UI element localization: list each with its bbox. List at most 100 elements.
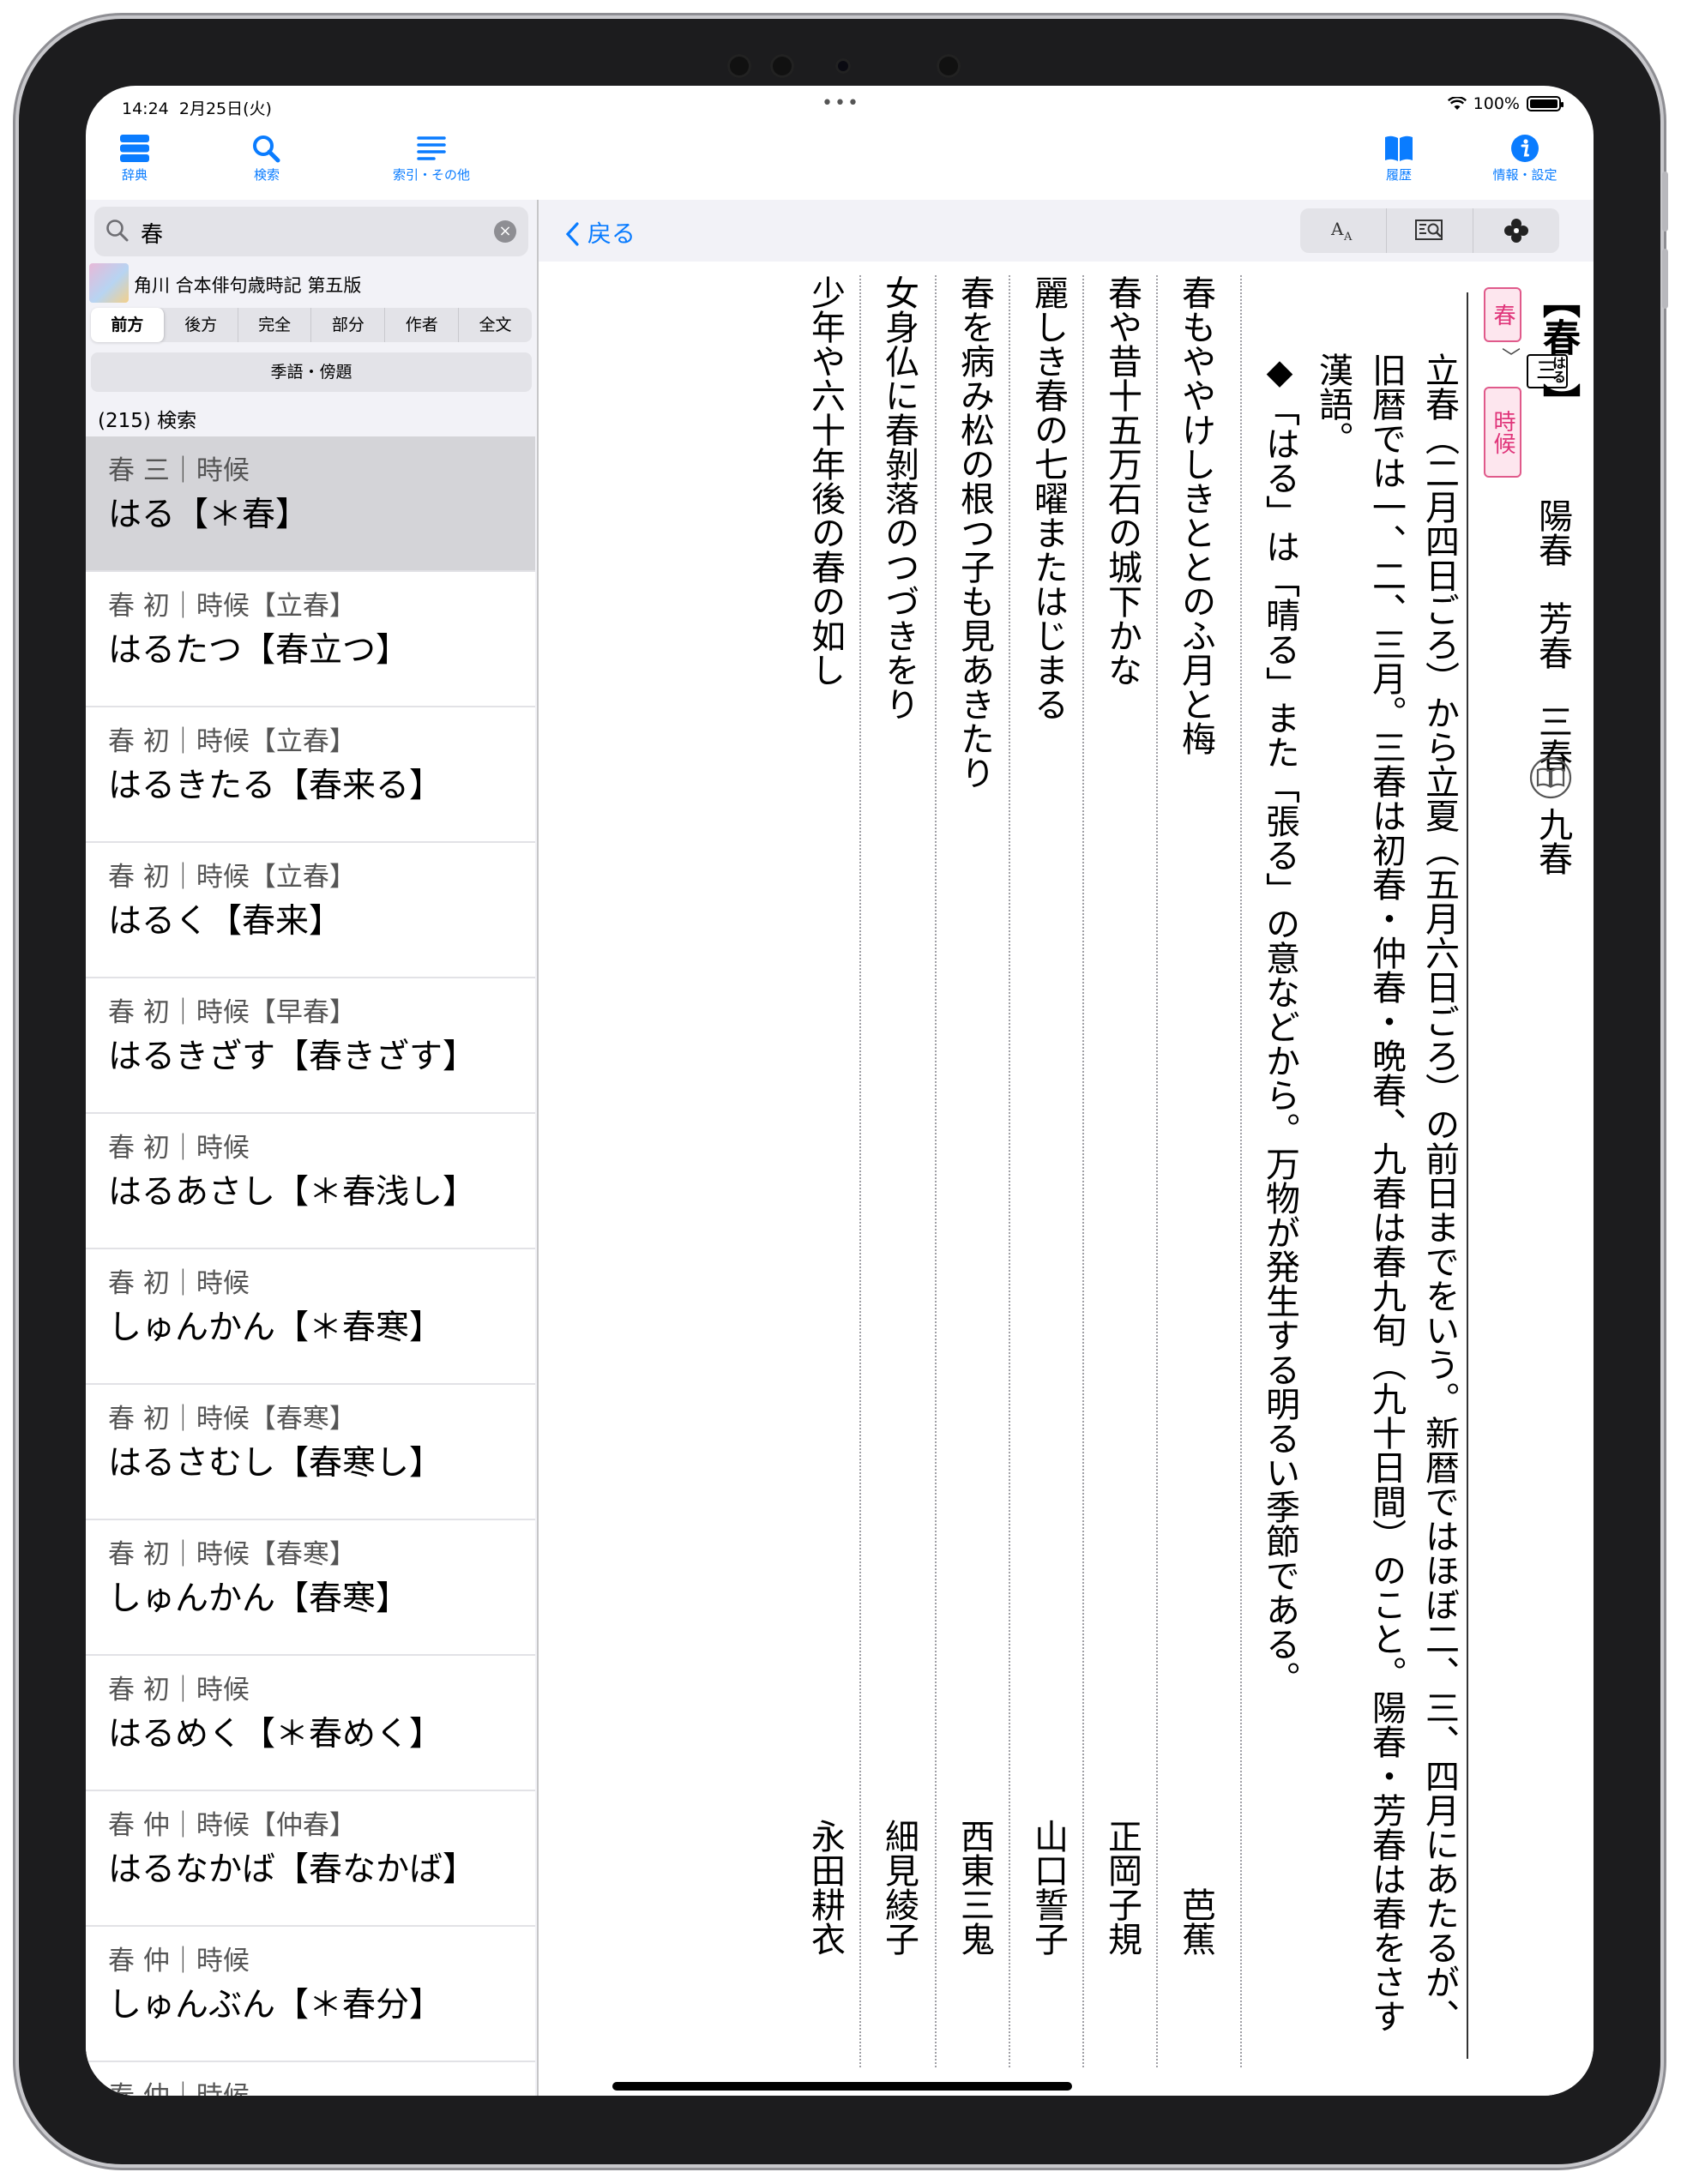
list-item[interactable]: 春 初｜時候【立春】 はるきたる【春来る】 (86, 707, 535, 843)
history-tab[interactable]: 履歴 (1372, 134, 1425, 184)
home-indicator[interactable] (612, 2082, 1072, 2091)
toolbar: 辞典 検索 索引・その他 履歴 情報・設定 (86, 127, 1594, 200)
font-size-icon: AA (1330, 219, 1353, 244)
entry-tools: AA (1300, 208, 1559, 253)
search-in-page-button[interactable] (1387, 208, 1473, 253)
screen: 14:24 2月25日(火) ••• 100% 辞典 検索 索引・その他 履歴 … (86, 86, 1594, 2096)
search-icon (106, 220, 129, 242)
column-rule (1082, 275, 1084, 2067)
item-headword: しゅんかん【＊春寒】 (108, 1309, 443, 1347)
paragraph: 立春（二月四日ごろ）から立夏（五月六日ごろ）の前日までをいう。新暦ではほぼ二、三… (1419, 352, 1459, 2033)
paragraph: ◆「はる」は「晴る」また「張る」の意などから。万物が発生する明るい季節である。 (1260, 352, 1299, 1695)
search-tab-label: 検索 (253, 167, 280, 183)
front-camera (835, 58, 851, 74)
mode-suffix[interactable]: 後方 (165, 308, 238, 342)
item-meta: 春 初｜時候 (108, 1133, 250, 1164)
font-size-button[interactable]: AA (1300, 208, 1387, 253)
side-button (1662, 249, 1668, 309)
haiku-text: 春や昔十五万石の城下かな (1102, 275, 1142, 687)
settings-tab-label: 情報・設定 (1492, 167, 1557, 183)
svg-text:A: A (1330, 219, 1344, 239)
item-meta: 春 初｜時候【立春】 (108, 726, 356, 757)
search-field[interactable]: 春 × (94, 207, 528, 256)
list-item[interactable]: 春 初｜時候 はるめく【＊春めく】 (86, 1656, 535, 1791)
sidebar: 春 × 角川 合本俳句歳時記 第五版 前方 後方 完全 部分 作者 全文 季語・… (86, 200, 539, 2096)
item-meta: 春 仲｜時候 (108, 1946, 250, 1976)
mode-exact[interactable]: 完全 (238, 308, 312, 342)
mode-author[interactable]: 作者 (385, 308, 460, 342)
back-button[interactable]: 戻る (564, 215, 636, 250)
item-headword: はるきざす【春きざす】 (108, 1038, 477, 1076)
status-bar: 14:24 2月25日(火) ••• 100% (86, 86, 1594, 127)
book-circle-icon[interactable] (1528, 755, 1573, 800)
mode-partial[interactable]: 部分 (311, 308, 386, 342)
item-headword: はるさむし【春寒し】 (108, 1444, 443, 1483)
sensor (727, 54, 751, 78)
column-rule (1156, 275, 1158, 2067)
list-item[interactable]: 春 仲｜時候【仲春】 はるなかば【春なかば】 (86, 1791, 535, 1927)
column-rule (1240, 275, 1242, 2067)
haiku-text: 春を病み松の根つ子も見あきたり (955, 275, 994, 790)
list-item[interactable]: 春 仲｜時候 (86, 2062, 535, 2096)
result-list[interactable]: 春 三｜時候 はる【＊春】 春 初｜時候【立春】 はるたつ【春立つ】 春 初｜時候【… (86, 436, 535, 2096)
item-headword: しゅんかん【春寒】 (108, 1579, 410, 1618)
dictionary-name: 角川 合本俳句歳時記 第五版 (134, 275, 362, 296)
list-item[interactable]: 春 三｜時候 はる【＊春】 (86, 436, 535, 572)
list-item[interactable]: 春 初｜時候しゅんかん【＊春寒】 (86, 1249, 535, 1385)
list-item[interactable]: 春 仲｜時候しゅんぶん【＊春分】 (86, 1927, 535, 2062)
settings-tab[interactable]: 情報・設定 (1482, 134, 1568, 184)
item-headword: はるたつ【春立つ】 (108, 631, 410, 670)
list-item[interactable]: 春 初｜時候【早春】はるきざす【春きざす】 (86, 978, 535, 1114)
item-headword: はるく【春来】 (108, 902, 343, 941)
chevron-left-icon (565, 222, 579, 246)
kigo-button[interactable]: 季語・傍題 (91, 352, 532, 392)
aliases: 陽春 芳春 三春 九春 (1533, 498, 1572, 875)
history-tab-label: 履歴 (1385, 167, 1412, 183)
item-meta: 春 初｜時候【早春】 (108, 997, 356, 1028)
status-time: 14:24 2月25日(火) (122, 99, 272, 118)
clear-search-icon[interactable]: × (494, 220, 516, 243)
book-icon (1385, 135, 1413, 161)
list-icon (417, 136, 446, 160)
item-meta: 春 仲｜時候【仲春】 (108, 1810, 356, 1841)
period-box: 三 (1527, 354, 1568, 388)
svg-text:A: A (1343, 231, 1353, 244)
entry-divider (1467, 292, 1468, 2059)
list-item[interactable]: 春 初｜時候【春寒】しゅんかん【春寒】 (86, 1520, 535, 1656)
battery-percent: 100% (1473, 94, 1520, 113)
search-icon (253, 135, 280, 163)
shortcut-button[interactable] (1473, 208, 1559, 253)
status-right: 100% (1447, 94, 1564, 113)
multitasking-dots[interactable]: ••• (822, 93, 860, 114)
sensor (937, 54, 961, 78)
category-tag[interactable]: 時候 (1484, 387, 1521, 478)
column-rule (859, 275, 861, 2067)
item-headword: しゅんぶん【＊春分】 (108, 1986, 443, 2025)
mode-prefix[interactable]: 前方 (91, 308, 165, 342)
item-headword: はる【＊春】 (108, 496, 310, 534)
mode-fulltext[interactable]: 全文 (459, 308, 532, 342)
stack-icon (120, 135, 149, 162)
list-item[interactable]: 春 初｜時候【立春】 はるたつ【春立つ】 (86, 572, 535, 707)
item-meta: 春 初｜時候【春寒】 (108, 1404, 356, 1435)
side-button (1662, 171, 1668, 232)
item-meta: 春 初｜時候【春寒】 (108, 1539, 356, 1570)
dictionary-tab[interactable]: 辞典 (108, 134, 161, 184)
list-item[interactable]: 春 初｜時候【立春】 はるく【春来】 (86, 843, 535, 978)
search-input[interactable]: 春 (141, 217, 163, 249)
index-tab[interactable]: 索引・その他 (376, 134, 487, 184)
item-meta: 春 初｜時候 (108, 1268, 250, 1299)
item-meta: 春 仲｜時候 (108, 2074, 250, 2096)
info-icon (1511, 135, 1539, 162)
dictionary-header[interactable]: 角川 合本俳句歳時記 第五版 (86, 262, 537, 304)
dictionary-tab-label: 辞典 (121, 167, 148, 183)
list-item[interactable]: 春 初｜時候 はるあさし【＊春浅し】 (86, 1114, 535, 1249)
haiku-author: 正岡子規 (1102, 1819, 1142, 1956)
search-tab[interactable]: 検索 (240, 134, 293, 184)
paragraph: 漢語。 (1313, 352, 1353, 455)
entry-pane: 戻る AA 【春はる】 春 〉 時候 三 陽春 芳春 三春 九春 立春（二月四日… (539, 200, 1594, 2096)
column-rule (1009, 275, 1010, 2067)
list-item[interactable]: 春 初｜時候【春寒】はるさむし【春寒し】 (86, 1385, 535, 1520)
paragraph: 旧暦では一、二、三月。三春は初春・仲春・晩春、九春は春九旬（九十日間）のこと。陽… (1366, 352, 1406, 2033)
season-tag[interactable]: 春 (1484, 287, 1521, 342)
